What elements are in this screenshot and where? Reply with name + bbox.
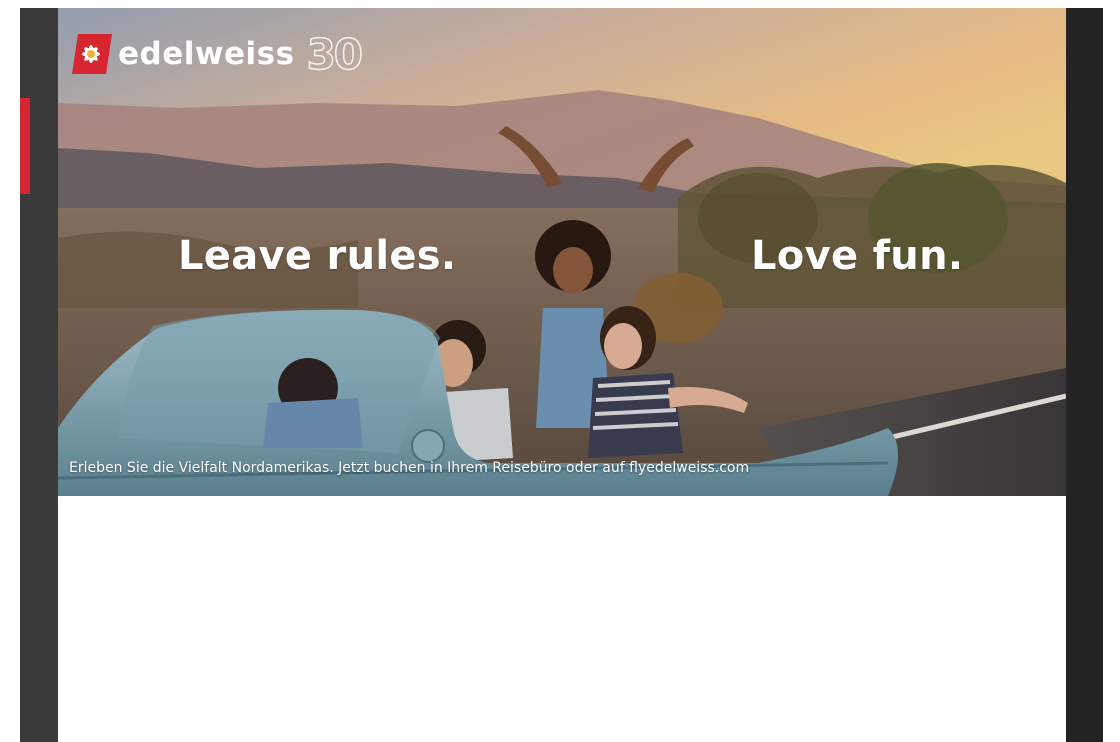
email-content: edelweiss 30 Leave rules. Love fun. Erle… [58,8,1066,742]
anniversary-badge: 30 [306,29,364,80]
edelweiss-flower-icon [70,32,114,76]
left-rail [20,8,58,742]
brand-name: edelweiss [118,36,295,72]
headline-love-fun: Love fun. [751,233,964,279]
left-rail-accent [20,98,30,194]
edelweiss-logo[interactable]: edelweiss 30 [70,29,364,80]
banner-caption: Erleben Sie die Vielfalt Nordamerikas. J… [69,460,750,476]
promo-banner[interactable]: edelweiss 30 Leave rules. Love fun. Erle… [58,8,1066,496]
right-rail [1066,8,1103,742]
headline-leave-rules: Leave rules. [178,233,457,279]
